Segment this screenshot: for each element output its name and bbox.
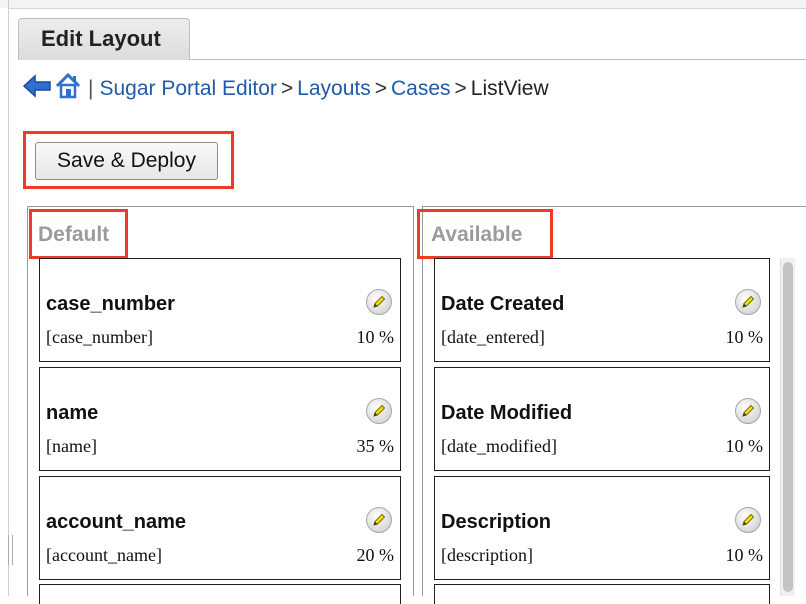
default-field-partial[interactable] — [39, 584, 401, 604]
breadcrumb-current: ListView — [470, 77, 549, 100]
default-field-case-number[interactable]: case_number [case_number] 10 % — [39, 258, 401, 362]
pencil-icon[interactable] — [735, 507, 761, 533]
breadcrumb-cases[interactable]: Cases — [391, 77, 451, 101]
pencil-icon[interactable] — [366, 289, 392, 315]
field-key: [date_entered] — [441, 327, 545, 347]
field-width: 10 % — [725, 436, 764, 456]
field-name: Description — [441, 511, 552, 533]
field-name: account_name — [46, 511, 187, 533]
field-width: 35 % — [356, 436, 395, 456]
breadcrumb-layouts[interactable]: Layouts — [297, 77, 371, 101]
available-scrollbar[interactable] — [780, 258, 795, 596]
available-field-partial[interactable] — [434, 584, 770, 604]
tab-edit-layout[interactable]: Edit Layout — [18, 18, 190, 60]
field-width: 10 % — [725, 327, 764, 347]
home-icon[interactable] — [54, 72, 82, 106]
available-field-date-created[interactable]: Date Created [date_entered] 10 % — [434, 258, 770, 362]
save-deploy-button[interactable]: Save & Deploy — [35, 142, 218, 180]
available-panel-title: Available — [431, 223, 523, 246]
field-name: name — [46, 402, 99, 424]
breadcrumb: | Sugar Portal Editor > Layouts > Cases … — [22, 72, 549, 106]
breadcrumb-separator: > — [454, 77, 467, 100]
breadcrumb-pipe: | — [88, 77, 94, 100]
default-field-name[interactable]: name [name] 35 % — [39, 367, 401, 471]
field-width: 10 % — [356, 327, 395, 347]
breadcrumb-separator: > — [374, 77, 387, 100]
default-field-account-name[interactable]: account_name [account_name] 20 % — [39, 476, 401, 580]
available-field-date-modified[interactable]: Date Modified [date_modified] 10 % — [434, 367, 770, 471]
pencil-icon[interactable] — [366, 398, 392, 424]
field-key: [date_modified] — [441, 436, 557, 456]
available-field-description[interactable]: Description [description] 10 % — [434, 476, 770, 580]
field-key: [name] — [46, 436, 97, 456]
frame-top — [8, 8, 806, 9]
default-panel-title: Default — [38, 223, 110, 246]
field-name: Date Modified — [441, 402, 573, 424]
field-key: [account_name] — [46, 545, 162, 565]
pencil-icon[interactable] — [735, 398, 761, 424]
field-name: case_number — [46, 293, 175, 315]
top-strip — [0, 0, 806, 8]
breadcrumb-separator: > — [280, 77, 294, 100]
tab-divider — [190, 59, 806, 60]
field-key: [case_number] — [46, 327, 153, 347]
resize-handle[interactable] — [8, 535, 13, 565]
frame-left — [8, 0, 9, 596]
nav-icons — [22, 72, 82, 106]
back-arrow-icon[interactable] — [22, 73, 52, 105]
pencil-icon[interactable] — [735, 289, 761, 315]
scrollbar-thumb[interactable] — [783, 262, 793, 592]
field-name: Date Created — [441, 293, 565, 315]
pencil-icon[interactable] — [366, 507, 392, 533]
field-width: 20 % — [356, 545, 395, 565]
field-width: 10 % — [725, 545, 764, 565]
field-key: [description] — [441, 545, 533, 565]
breadcrumb-sugar-portal-editor[interactable]: Sugar Portal Editor — [99, 77, 276, 101]
